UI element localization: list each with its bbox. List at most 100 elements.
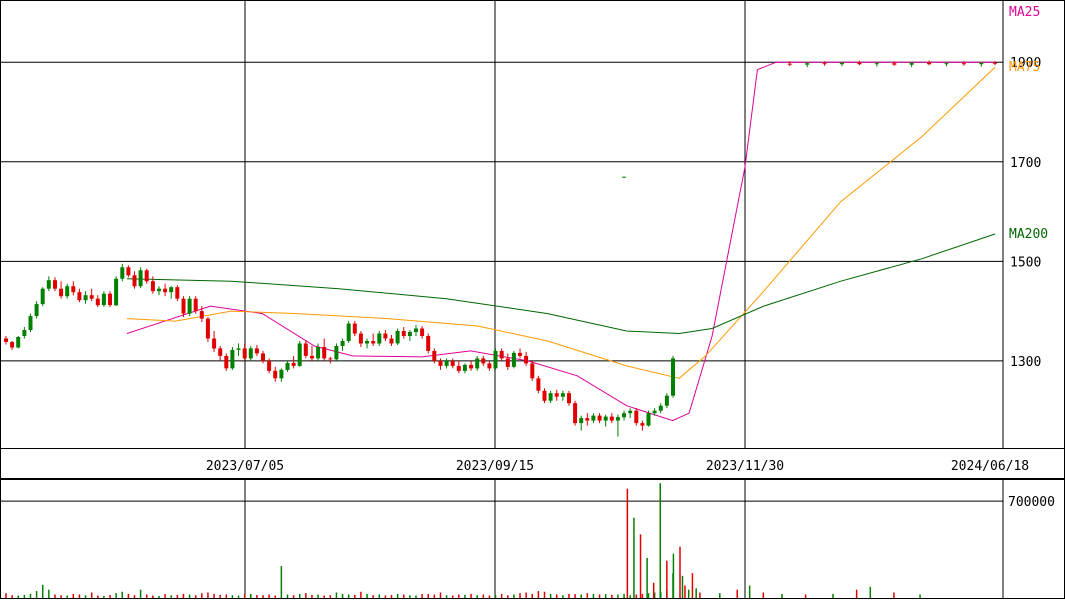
candle bbox=[548, 393, 553, 401]
candle bbox=[163, 288, 168, 293]
candle bbox=[4, 338, 8, 342]
date-tick-label: 2023/07/05 bbox=[206, 459, 284, 474]
candle bbox=[469, 364, 474, 369]
price-tick-label: 1700 bbox=[1010, 156, 1041, 171]
candle bbox=[248, 348, 253, 359]
candle bbox=[261, 353, 265, 361]
chart-canvas: 1300150017001900 MA25MA75MA200 2023/07/0… bbox=[0, 0, 1065, 599]
candle bbox=[438, 360, 443, 366]
candle bbox=[181, 298, 186, 314]
candle bbox=[114, 278, 119, 306]
stock-chart: 1300 1500 1700 1900 MA25 MA75 MA200 2023/07/0… bbox=[0, 0, 1065, 600]
candle bbox=[597, 415, 602, 421]
candle bbox=[640, 423, 645, 426]
candle bbox=[236, 348, 241, 350]
candle bbox=[16, 337, 21, 348]
candle bbox=[334, 346, 339, 360]
candle bbox=[230, 349, 235, 369]
candle bbox=[138, 270, 143, 287]
candle bbox=[316, 347, 321, 359]
candle bbox=[822, 63, 827, 65]
candle bbox=[150, 281, 155, 292]
candle bbox=[328, 358, 333, 360]
candle bbox=[77, 292, 82, 301]
candle bbox=[169, 287, 174, 293]
candle bbox=[132, 275, 137, 287]
candle bbox=[432, 350, 437, 361]
candle bbox=[267, 360, 272, 371]
candle bbox=[65, 286, 70, 297]
candle bbox=[22, 330, 27, 336]
candle bbox=[34, 304, 39, 316]
candle bbox=[450, 360, 455, 366]
candle bbox=[456, 365, 461, 371]
candle bbox=[857, 62, 862, 65]
candle bbox=[664, 395, 669, 406]
candle bbox=[658, 405, 663, 411]
candle bbox=[560, 393, 565, 397]
candle bbox=[46, 280, 51, 289]
candle bbox=[365, 341, 369, 344]
candle bbox=[108, 293, 112, 306]
candle bbox=[101, 293, 106, 306]
candle bbox=[346, 323, 351, 341]
price-panel: 1300150017001900 MA25MA75MA200 bbox=[0, 0, 1065, 449]
date-tick-label: 2023/11/30 bbox=[706, 459, 784, 474]
candle bbox=[979, 62, 984, 65]
candle bbox=[352, 323, 357, 334]
candle bbox=[487, 363, 492, 369]
candle bbox=[303, 343, 308, 356]
price-panel-frame bbox=[0, 0, 1065, 449]
candle bbox=[622, 413, 626, 418]
candle bbox=[615, 417, 620, 421]
candle bbox=[536, 378, 541, 391]
candle bbox=[944, 63, 949, 65]
candle bbox=[254, 348, 259, 354]
candle bbox=[83, 295, 88, 301]
candle bbox=[89, 295, 94, 299]
candle bbox=[199, 311, 204, 319]
candle bbox=[927, 62, 932, 65]
date-tick-label: 2024/06/18 bbox=[951, 459, 1029, 474]
candle bbox=[322, 347, 327, 359]
candle bbox=[840, 62, 844, 65]
candle bbox=[120, 267, 125, 279]
candle bbox=[212, 338, 217, 349]
candle bbox=[218, 348, 223, 356]
candle bbox=[10, 342, 15, 348]
candle bbox=[591, 415, 596, 421]
candle bbox=[892, 63, 897, 65]
candle bbox=[426, 336, 431, 351]
volume-panel: 700000 bbox=[0, 479, 1065, 599]
candle bbox=[961, 63, 966, 65]
candle bbox=[95, 298, 100, 306]
candle bbox=[652, 410, 657, 414]
ma-label-ma75: MA75 bbox=[1009, 60, 1040, 75]
candle bbox=[340, 341, 345, 346]
ma-label-ma25: MA25 bbox=[1009, 5, 1040, 20]
candle bbox=[395, 331, 400, 344]
candle bbox=[377, 333, 382, 344]
candle bbox=[585, 418, 590, 421]
volume-tick-label: 700000 bbox=[1008, 495, 1055, 510]
candle bbox=[242, 348, 247, 359]
candle bbox=[71, 286, 76, 293]
candle bbox=[542, 390, 547, 401]
candle bbox=[646, 413, 651, 426]
candle bbox=[524, 355, 529, 364]
volume-panel-frame bbox=[0, 479, 1065, 599]
candle bbox=[59, 288, 64, 297]
candle bbox=[53, 280, 57, 289]
candle bbox=[634, 410, 639, 424]
candle bbox=[609, 416, 614, 421]
candle bbox=[389, 338, 394, 344]
candle bbox=[28, 316, 33, 330]
candle bbox=[444, 360, 449, 366]
candle bbox=[511, 352, 516, 367]
candle bbox=[462, 364, 467, 371]
candle bbox=[224, 355, 229, 369]
date-axis: 2023/07/05 2023/09/15 2023/11/30 2024/06/18 bbox=[0, 448, 1065, 479]
candle bbox=[371, 341, 376, 344]
price-tick-label: 1300 bbox=[1010, 355, 1041, 370]
candle bbox=[420, 328, 425, 336]
